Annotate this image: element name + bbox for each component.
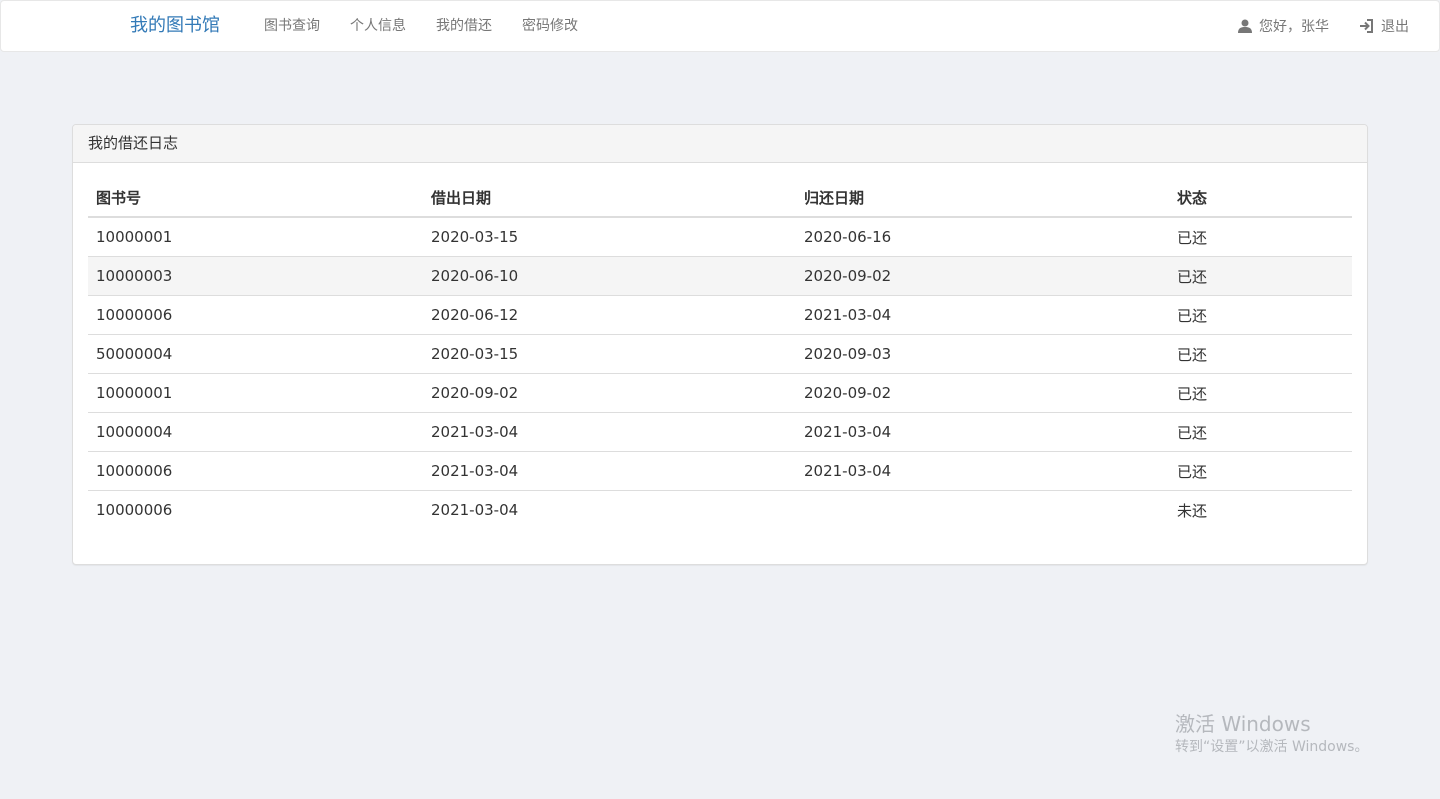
cell-return-date: 2021-03-04 xyxy=(796,451,1169,491)
cell-return-date xyxy=(796,490,1169,529)
logout-button[interactable]: 退出 xyxy=(1344,1,1439,51)
cell-status: 已还 xyxy=(1169,334,1352,374)
cell-return-date: 2021-03-04 xyxy=(796,412,1169,452)
table-row: 10000006 2020-06-12 2021-03-04 已还 xyxy=(88,295,1352,335)
table-row: 10000001 2020-03-15 2020-06-16 已还 xyxy=(88,217,1352,257)
cell-book-id: 10000006 xyxy=(88,295,423,335)
watermark-title: 激活 Windows xyxy=(1175,712,1311,736)
cell-book-id: 10000006 xyxy=(88,451,423,491)
cell-return-date: 2020-09-02 xyxy=(796,373,1169,413)
cell-status: 未还 xyxy=(1169,490,1352,529)
cell-return-date: 2020-09-03 xyxy=(796,334,1169,374)
top-navbar: 我的图书馆 图书查询 个人信息 我的借还 密码修改 您好，张华 退出 xyxy=(0,0,1440,52)
table-row: 50000004 2020-03-15 2020-09-03 已还 xyxy=(88,334,1352,374)
cell-borrow-date: 2021-03-04 xyxy=(423,451,796,491)
nav-book-search[interactable]: 图书查询 xyxy=(249,1,335,51)
watermark-subtitle: 转到“设置”以激活 Windows。 xyxy=(1175,739,1369,755)
user-greeting[interactable]: 您好，张华 xyxy=(1223,1,1344,51)
cell-borrow-date: 2020-03-15 xyxy=(423,334,796,374)
cell-book-id: 50000004 xyxy=(88,334,423,374)
column-header-return-date: 归还日期 xyxy=(796,178,1169,218)
cell-status: 已还 xyxy=(1169,412,1352,452)
column-header-borrow-date: 借出日期 xyxy=(423,178,796,218)
cell-book-id: 10000003 xyxy=(88,256,423,296)
cell-borrow-date: 2021-03-04 xyxy=(423,490,796,529)
table-row: 10000006 2021-03-04 2021-03-04 已还 xyxy=(88,451,1352,491)
nav-change-password[interactable]: 密码修改 xyxy=(507,1,593,51)
cell-status: 已还 xyxy=(1169,451,1352,491)
panel-title: 我的借还日志 xyxy=(73,125,1367,163)
table-row: 10000004 2021-03-04 2021-03-04 已还 xyxy=(88,412,1352,452)
user-icon xyxy=(1238,19,1252,33)
cell-borrow-date: 2020-06-12 xyxy=(423,295,796,335)
cell-return-date: 2020-06-16 xyxy=(804,228,892,246)
cell-book-id: 10000004 xyxy=(88,412,423,452)
table-row: 10000001 2020-09-02 2020-09-02 已还 xyxy=(88,373,1352,413)
greeting-text: 您好，张华 xyxy=(1259,19,1329,35)
cell-book-id: 10000006 xyxy=(88,490,423,529)
column-header-book-id: 图书号 xyxy=(88,178,423,218)
cell-status: 已还 xyxy=(1177,228,1208,247)
borrow-log-table: 图书号 借出日期 归还日期 状态 10000001 2020-03-15 202… xyxy=(88,178,1352,529)
nav-links: 图书查询 个人信息 我的借还 密码修改 xyxy=(249,1,593,51)
nav-right: 您好，张华 退出 xyxy=(1223,1,1439,51)
nav-my-borrows[interactable]: 我的借还 xyxy=(421,1,507,51)
table-row: 10000003 2020-06-10 2020-09-02 已还 xyxy=(88,256,1352,296)
cell-return-date: 2021-03-04 xyxy=(796,295,1169,335)
table-header-row: 图书号 借出日期 归还日期 状态 xyxy=(88,178,1352,218)
logout-label: 退出 xyxy=(1381,19,1409,35)
cell-borrow-date: 2021-03-04 xyxy=(423,412,796,452)
windows-activation-watermark: 激活 Windows 转到“设置”以激活 Windows。 xyxy=(1175,711,1368,757)
cell-book-id: 10000001 xyxy=(88,373,423,413)
table-row: 10000006 2021-03-04 未还 xyxy=(88,490,1352,529)
borrow-log-panel: 我的借还日志 图书号 借出日期 归还日期 状态 10000001 2020-03… xyxy=(72,124,1368,565)
brand-link[interactable]: 我的图书馆 xyxy=(130,15,220,37)
cell-borrow-date: 2020-06-10 xyxy=(423,256,796,296)
panel-body: 图书号 借出日期 归还日期 状态 10000001 2020-03-15 202… xyxy=(73,163,1367,544)
column-header-status: 状态 xyxy=(1169,178,1352,218)
cell-book-id: 10000001 xyxy=(96,228,173,246)
cell-status: 已还 xyxy=(1169,256,1352,296)
cell-status: 已还 xyxy=(1169,295,1352,335)
cell-return-date: 2020-09-02 xyxy=(796,256,1169,296)
cell-status: 已还 xyxy=(1169,373,1352,413)
nav-personal-info[interactable]: 个人信息 xyxy=(335,1,421,51)
log-in-icon xyxy=(1360,19,1373,33)
cell-borrow-date: 2020-03-15 xyxy=(431,228,519,246)
cell-borrow-date: 2020-09-02 xyxy=(423,373,796,413)
